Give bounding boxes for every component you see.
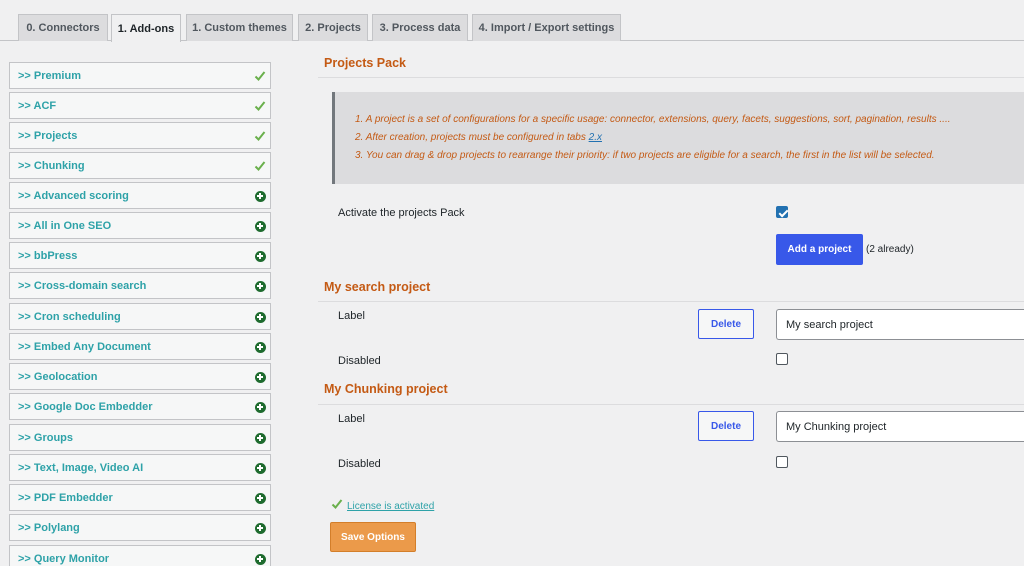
license-status: License is activated	[331, 497, 434, 515]
notice-line-2-text: 2. After creation, projects must be conf…	[355, 132, 586, 143]
sidebar-item-bbpress[interactable]: >> bbPress	[9, 242, 271, 269]
plus-icon	[254, 432, 266, 444]
sidebar-item-label: >> Groups	[18, 431, 74, 444]
sidebar-item-label: >> Google Doc Embedder	[18, 400, 153, 413]
sidebar-item-all-in-one-seo[interactable]: >> All in One SEO	[9, 212, 271, 239]
plus-icon	[254, 250, 266, 262]
plus-icon	[254, 553, 266, 565]
tab-custom-themes[interactable]: 1. Custom themes	[186, 14, 293, 41]
disabled-label: Disabled	[338, 458, 381, 470]
sidebar-item-label: >> bbPress	[18, 249, 78, 262]
add-project-button[interactable]: Add a project	[776, 234, 863, 265]
plus-icon	[254, 492, 266, 504]
notice-line-3: 3. You can drag & drop projects to rearr…	[355, 150, 935, 161]
sidebar-item-advanced-scoring[interactable]: >> Advanced scoring	[9, 182, 271, 209]
sidebar-item-geolocation[interactable]: >> Geolocation	[9, 363, 271, 390]
sidebar-item-groups[interactable]: >> Groups	[9, 424, 271, 451]
plus-icon	[254, 462, 266, 474]
project-title: My Chunking project	[324, 382, 448, 396]
check-icon	[254, 130, 266, 142]
sidebar-item-label: >> Projects	[18, 129, 78, 142]
tab-connectors[interactable]: 0. Connectors	[18, 14, 108, 41]
tab-projects[interactable]: 2. Projects	[298, 14, 368, 41]
sidebar-item-google-doc-embedder[interactable]: >> Google Doc Embedder	[9, 393, 271, 420]
plus-icon	[254, 401, 266, 413]
project-label-caption: Label	[338, 413, 365, 425]
sidebar-item-label: >> Cross-domain search	[18, 279, 147, 292]
tabs-2x-link[interactable]: 2.x	[589, 132, 602, 143]
save-options-button[interactable]: Save Options	[330, 522, 416, 552]
sidebar-item-label: >> Query Monitor	[18, 552, 110, 565]
pack-title: Projects Pack	[324, 56, 406, 70]
delete-project-button[interactable]: Delete	[698, 309, 754, 339]
sidebar-item-query-monitor[interactable]: >> Query Monitor	[9, 545, 271, 566]
tab-import-export-settings[interactable]: 4. Import / Export settings	[472, 14, 621, 41]
plus-icon	[254, 371, 266, 383]
activate-projects-label: Activate the projects Pack	[338, 207, 465, 219]
check-icon	[331, 497, 343, 515]
disabled-checkbox[interactable]	[776, 353, 788, 365]
sidebar-item-projects[interactable]: >> Projects	[9, 122, 271, 149]
delete-project-button[interactable]: Delete	[698, 411, 754, 441]
project-label-input[interactable]: My search project	[776, 309, 1024, 340]
sidebar-item-label: >> ACF	[18, 99, 57, 112]
license-link[interactable]: License is activated	[347, 501, 434, 512]
sidebar-item-acf[interactable]: >> ACF	[9, 92, 271, 119]
sidebar-item-label: >> Embed Any Document	[18, 340, 151, 353]
project-label-caption: Label	[338, 310, 365, 322]
plus-icon	[254, 190, 266, 202]
sidebar-item-embed-any-document[interactable]: >> Embed Any Document	[9, 333, 271, 360]
plus-icon	[254, 311, 266, 323]
disabled-label: Disabled	[338, 355, 381, 367]
divider	[318, 301, 1024, 302]
sidebar-item-pdf-embedder[interactable]: >> PDF Embedder	[9, 484, 271, 511]
notice-line-1: 1. A project is a set of configurations …	[355, 114, 951, 125]
notice-line-2: 2. After creation, projects must be conf…	[355, 129, 1024, 147]
check-icon	[254, 70, 266, 82]
plus-icon	[254, 522, 266, 534]
activate-projects-checkbox[interactable]	[776, 206, 788, 218]
check-icon	[254, 160, 266, 172]
sidebar-item-label: >> Chunking	[18, 159, 85, 172]
sidebar-item-label: >> All in One SEO	[18, 219, 112, 232]
tab-bar: 0. Connectors 1. Add-ons 1. Custom theme…	[0, 0, 1024, 42]
sidebar-item-label: >> Premium	[18, 69, 81, 82]
check-icon	[254, 100, 266, 112]
sidebar-item-text-image-video-ai[interactable]: >> Text, Image, Video AI	[9, 454, 271, 481]
info-notice: 1. A project is a set of configurations …	[332, 92, 1024, 184]
sidebar-item-cross-domain-search[interactable]: >> Cross-domain search	[9, 272, 271, 299]
sidebar-item-polylang[interactable]: >> Polylang	[9, 514, 271, 541]
tab-add-ons[interactable]: 1. Add-ons	[111, 14, 181, 42]
divider	[318, 404, 1024, 405]
sidebar-item-label: >> Geolocation	[18, 370, 98, 383]
divider	[318, 77, 1024, 78]
sidebar-item-label: >> Polylang	[18, 521, 80, 534]
sidebar-item-chunking[interactable]: >> Chunking	[9, 152, 271, 179]
sidebar-item-label: >> Advanced scoring	[18, 189, 129, 202]
sidebar-item-label: >> PDF Embedder	[18, 491, 113, 504]
sidebar-item-premium[interactable]: >> Premium	[9, 62, 271, 89]
plus-icon	[254, 280, 266, 292]
sidebar-item-label: >> Text, Image, Video AI	[18, 461, 144, 474]
project-label-input[interactable]: My Chunking project	[776, 411, 1024, 442]
plus-icon	[254, 341, 266, 353]
project-count: (2 already)	[866, 244, 914, 255]
tab-process-data[interactable]: 3. Process data	[372, 14, 468, 41]
disabled-checkbox[interactable]	[776, 456, 788, 468]
plus-icon	[254, 220, 266, 232]
sidebar-item-cron-scheduling[interactable]: >> Cron scheduling	[9, 303, 271, 330]
sidebar-item-label: >> Cron scheduling	[18, 310, 121, 323]
project-title: My search project	[324, 280, 431, 294]
